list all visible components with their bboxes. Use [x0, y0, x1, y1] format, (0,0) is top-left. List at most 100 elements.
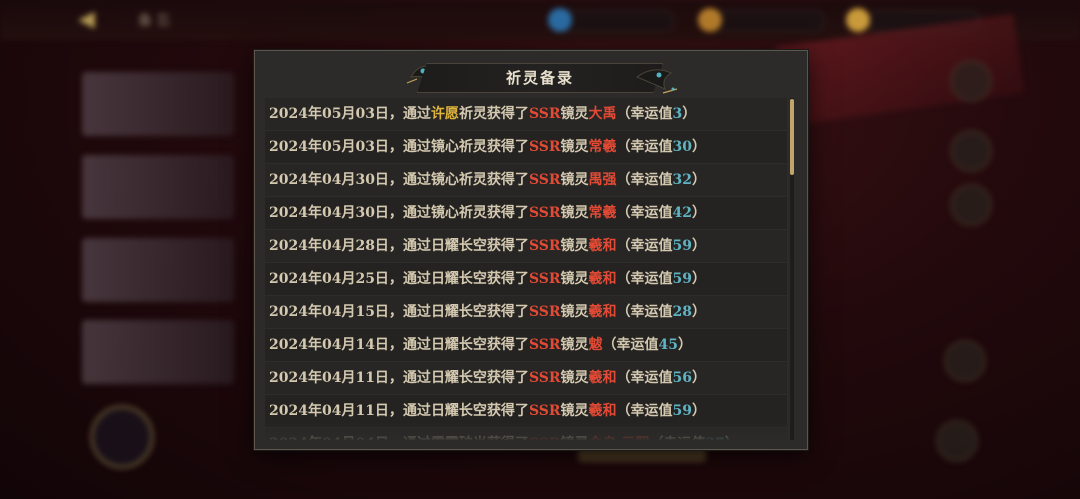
record-name: 常羲 [588, 139, 617, 155]
record-rarity: SSR [528, 205, 561, 221]
record-name: 金乌·元熙 [589, 436, 650, 440]
record-rarity: SSR [528, 304, 561, 320]
record-luck-label: （幸运值 [616, 403, 673, 419]
record-kind: 镜灵 [560, 205, 589, 221]
record-mid-text: 获得了 [486, 370, 529, 386]
record-kind: 镜灵 [560, 172, 589, 188]
record-source: 镜心祈灵 [430, 205, 487, 221]
record-close-paren: ） [691, 172, 706, 188]
back-arrow-icon: ◀ [78, 7, 95, 32]
record-date: 2024年04月14日， [269, 337, 403, 353]
record-source: 日耀长空 [430, 304, 487, 320]
record-pre-text: 通过 [402, 205, 431, 221]
background-card [82, 238, 234, 302]
background-card [82, 155, 234, 219]
record-close-paren: ） [691, 304, 706, 320]
record-source: 日耀长空 [430, 403, 487, 419]
background-card [82, 72, 234, 136]
record-name: 羲和 [588, 403, 617, 419]
record-rarity: SSR [528, 106, 561, 122]
record-close-paren: ） [691, 370, 706, 386]
record-kind: 镜灵 [560, 238, 589, 254]
record-row: 2024年04月30日，通过镜心祈灵获得了SSR镜灵禺强（幸运值32） [265, 164, 787, 197]
record-row: 2024年04月04日，通过雷霆破光获得了SSR镜灵金乌·元熙（幸运值37） [265, 428, 787, 440]
record-name: 常羲 [588, 205, 617, 221]
background-card [82, 320, 234, 384]
record-source: 镜心祈灵 [430, 172, 487, 188]
record-rarity: SSR [528, 403, 561, 419]
record-name: 羲和 [588, 238, 617, 254]
record-row: 2024年04月28日，通过日耀长空获得了SSR镜灵羲和（幸运值59） [265, 230, 787, 263]
background-resource-icon [846, 8, 870, 32]
record-pre-text: 通过 [402, 271, 431, 287]
record-pre-text: 通过 [402, 304, 431, 320]
record-luck-value: 56 [672, 370, 692, 386]
record-rarity: SSR [528, 337, 561, 353]
record-source: 日耀长空 [430, 337, 487, 353]
record-pre-text: 通过 [402, 238, 431, 254]
record-luck-value: 59 [672, 403, 692, 419]
record-rarity: SSR [528, 238, 561, 254]
record-name: 魃 [588, 337, 603, 353]
record-kind: 镜灵 [560, 337, 589, 353]
record-luck-value: 28 [672, 304, 692, 320]
record-pre-text: 通过 [402, 106, 431, 122]
record-rarity: SSR [528, 139, 561, 155]
record-kind: 镜灵 [560, 370, 589, 386]
background-side-icon [950, 60, 992, 102]
record-close-paren: ） [691, 139, 706, 155]
background-header-title: 备 忘 [138, 13, 171, 29]
record-list[interactable]: 2024年05月03日，通过许愿祈灵获得了SSR镜灵大禹（幸运值3） 2024年0… [265, 98, 787, 440]
record-pre-text: 通过 [402, 172, 431, 188]
record-kind: 镜灵 [560, 403, 589, 419]
record-kind: 镜灵 [560, 271, 589, 287]
background-resource-icon [698, 8, 722, 32]
record-date: 2024年05月03日， [269, 106, 403, 122]
record-luck-value: 59 [672, 271, 692, 287]
record-luck-label: （幸运值 [616, 205, 673, 221]
record-name: 羲和 [588, 304, 617, 320]
record-luck-value: 32 [672, 172, 692, 188]
dialog-title: 祈灵备录 [505, 69, 574, 87]
record-close-paren: ） [682, 106, 697, 122]
record-name: 禺强 [588, 172, 617, 188]
record-source: 雷霆破光 [431, 436, 487, 440]
record-pre-text: 通过 [402, 370, 431, 386]
record-row: 2024年05月03日，通过镜心祈灵获得了SSR镜灵常羲（幸运值30） [265, 131, 787, 164]
record-kind: 镜灵 [560, 106, 589, 122]
record-row: 2024年04月14日，通过日耀长空获得了SSR镜灵魃（幸运值45） [265, 329, 787, 362]
record-luck-value: 45 [658, 337, 678, 353]
background-side-icon [936, 420, 978, 462]
record-row: 2024年04月30日，通过镜心祈灵获得了SSR镜灵常羲（幸运值42） [265, 197, 787, 230]
record-close-paren: ） [691, 205, 706, 221]
background-resource-icon [548, 8, 572, 32]
record-rarity: SSR [529, 436, 561, 440]
record-close-paren: ） [725, 436, 739, 440]
title-ornament-right-icon [636, 69, 678, 94]
record-close-paren: ） [691, 238, 706, 254]
record-luck-label: （幸运值 [602, 337, 659, 353]
record-date: 2024年04月11日， [269, 403, 403, 419]
record-luck-value: 30 [672, 139, 692, 155]
record-name: 羲和 [588, 271, 617, 287]
record-luck-value: 3 [672, 106, 683, 122]
record-luck-label: （幸运值 [649, 436, 705, 440]
record-close-paren: ） [677, 337, 692, 353]
record-rarity: SSR [528, 370, 561, 386]
record-source: 镜心祈灵 [430, 139, 487, 155]
record-close-paren: ） [691, 271, 706, 287]
record-pre-text: 通过 [402, 139, 431, 155]
record-mid-text: 获得了 [486, 238, 529, 254]
record-luck-label: （幸运值 [616, 238, 673, 254]
record-mid-text: 获得了 [486, 139, 529, 155]
record-kind: 镜灵 [560, 139, 589, 155]
record-rarity: SSR [528, 271, 561, 287]
record-mid-text: 获得了 [486, 337, 529, 353]
dialog-title-banner: 祈灵备录 [417, 63, 663, 93]
record-mid-text: 祈灵获得了 [458, 106, 529, 122]
record-source: 许愿 [430, 106, 459, 122]
record-kind: 镜灵 [560, 304, 589, 320]
record-source: 日耀长空 [430, 238, 487, 254]
scrollbar-thumb[interactable] [790, 99, 794, 175]
record-luck-label: （幸运值 [616, 304, 673, 320]
